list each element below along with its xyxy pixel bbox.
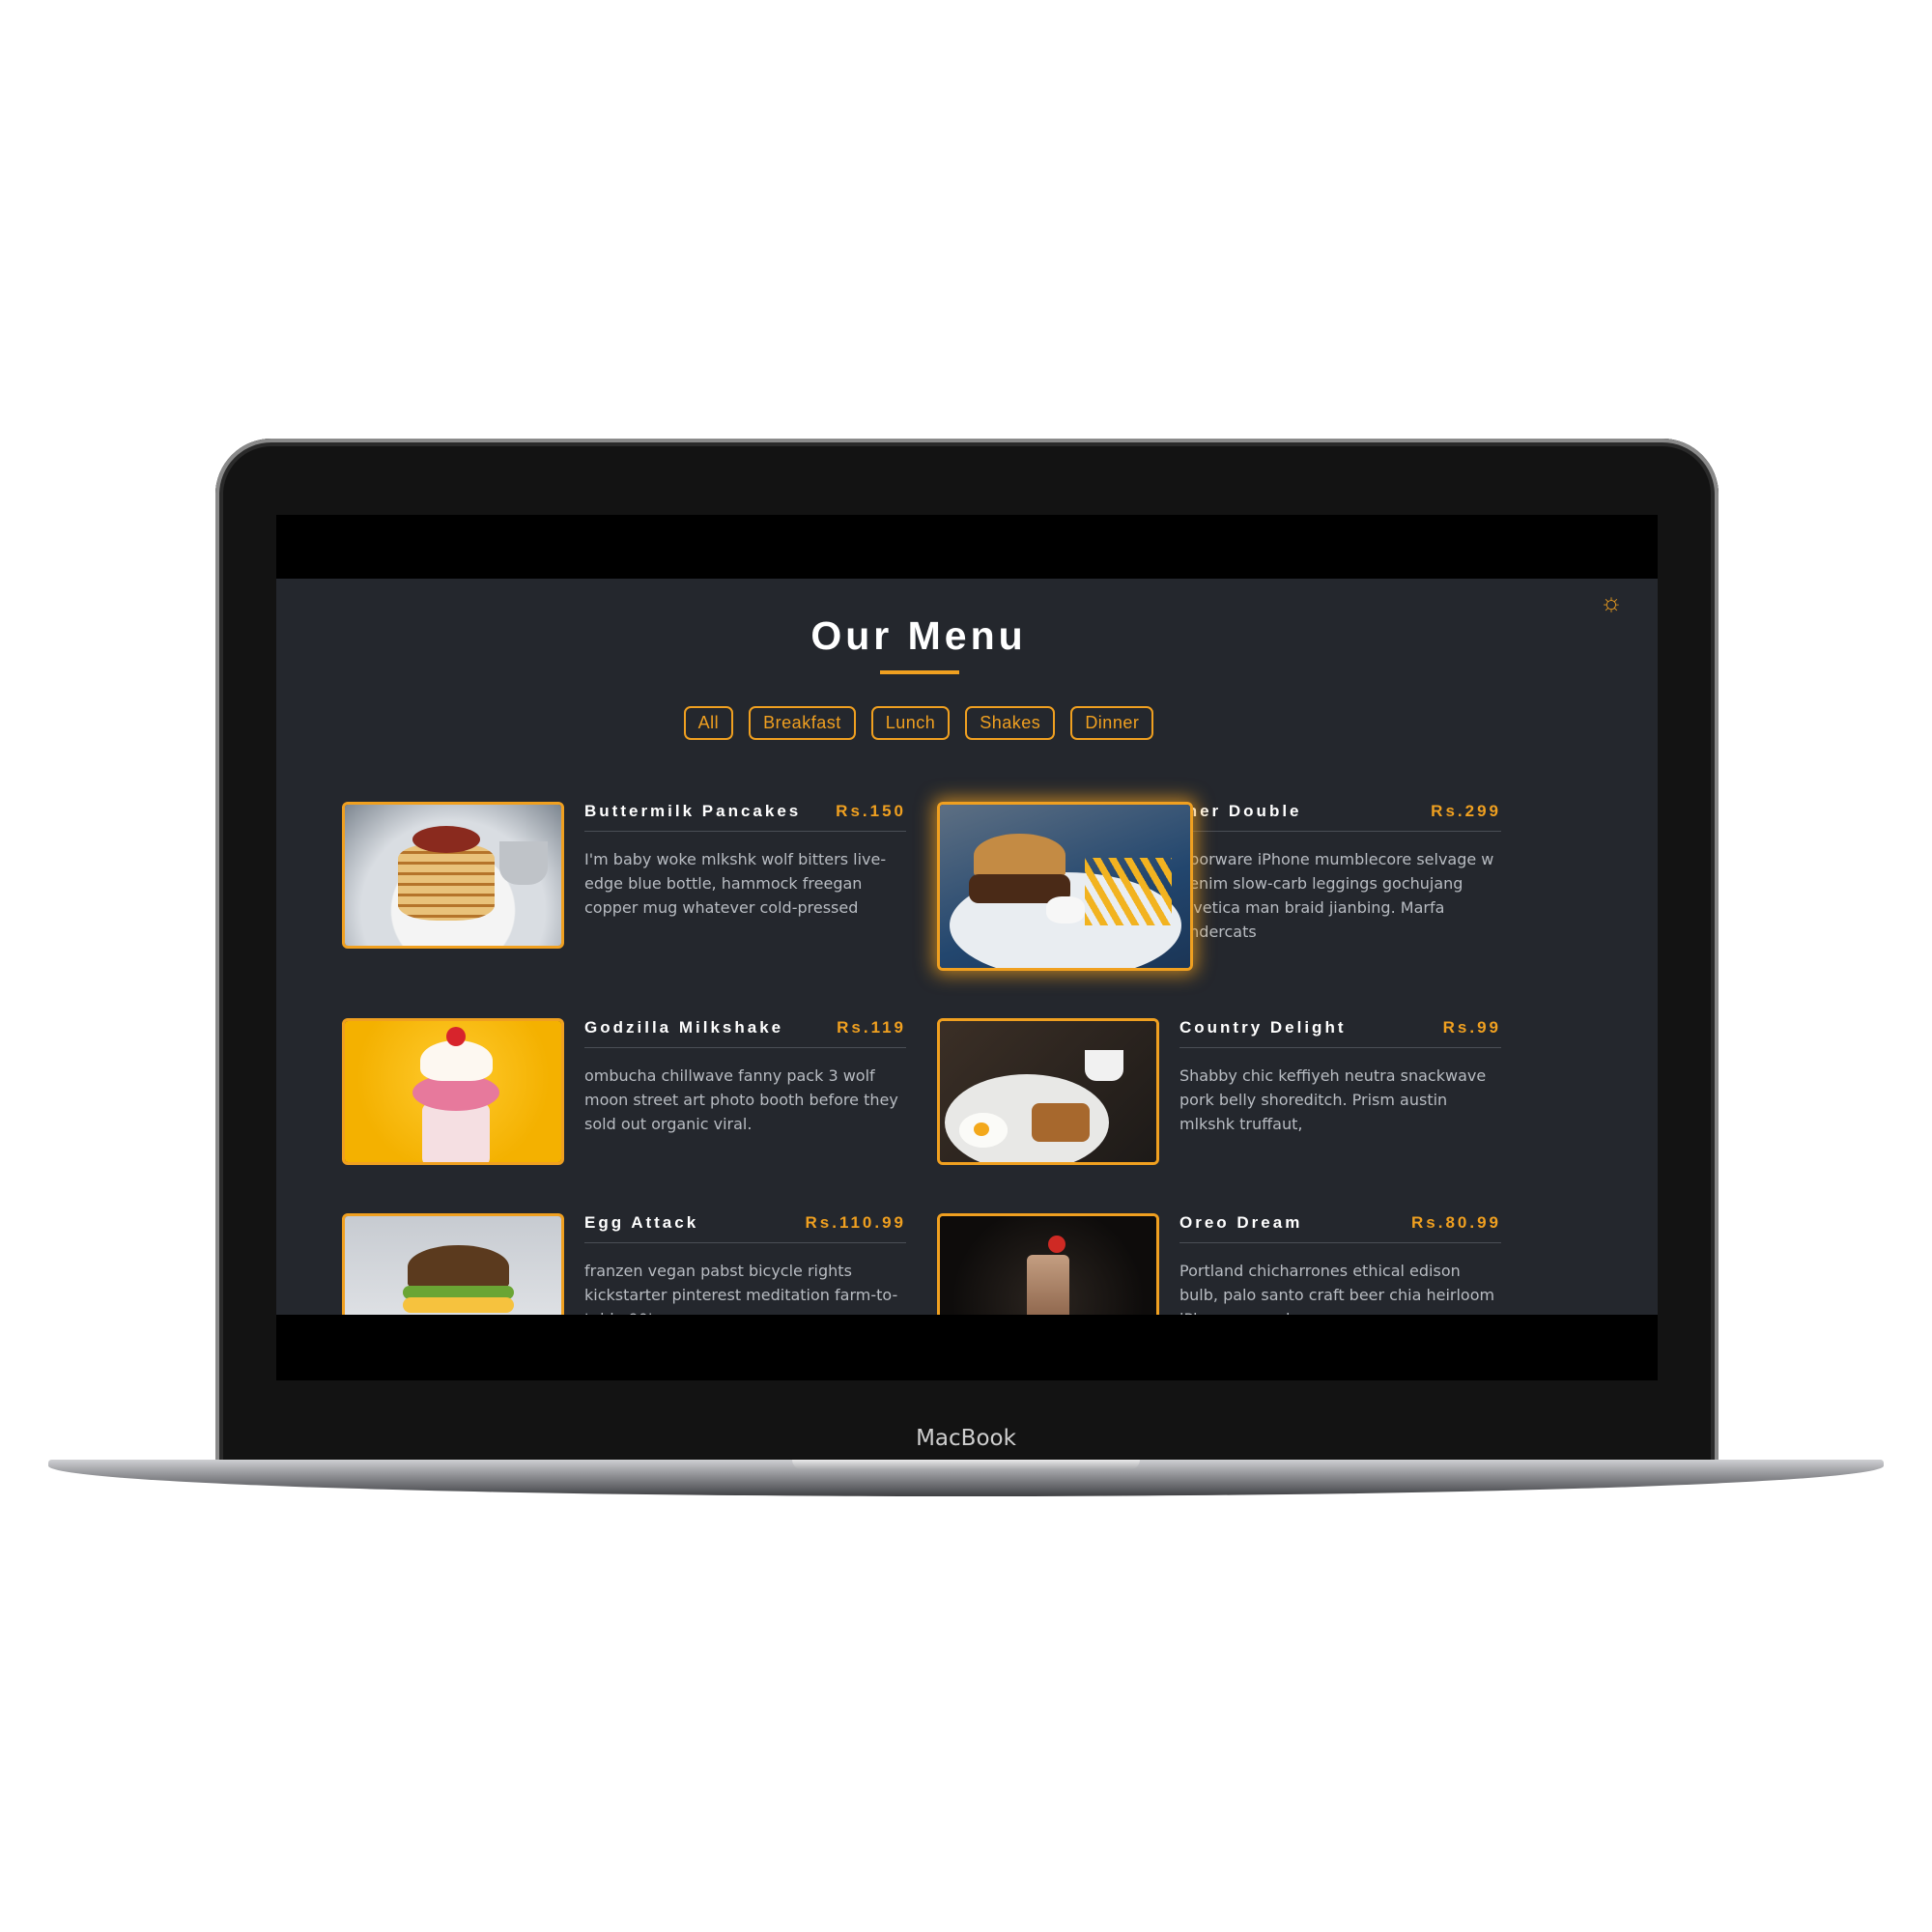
menu-item-image[interactable] — [937, 1213, 1159, 1315]
burger-image — [940, 805, 1190, 968]
filter-shakes-button[interactable]: Shakes — [965, 706, 1056, 740]
menu-item-info: iner Double Rs.299 pporware iPhone mumbl… — [1179, 802, 1501, 944]
sun-icon[interactable]: ☼ — [1598, 588, 1625, 615]
menu-item-name: Egg Attack — [584, 1213, 699, 1232]
menu-item-image[interactable] — [342, 802, 564, 949]
screen-bottom-bar — [276, 1315, 1658, 1380]
menu-item-price: Rs.299 — [1431, 802, 1501, 820]
menu-item-name: iner Double — [1179, 802, 1302, 820]
menu-item-image[interactable] — [937, 802, 1193, 971]
menu-item-header: Buttermilk Pancakes Rs.150 — [584, 802, 906, 832]
page-title: Our Menu — [810, 613, 1027, 658]
menu-item-name: Country Delight — [1179, 1018, 1347, 1037]
laptop-screen: ☼ Our Menu All Breakfast Lunch Shakes Di… — [276, 515, 1658, 1380]
menu-item-info: Godzilla Milkshake Rs.119 ombucha chillw… — [584, 1018, 906, 1136]
menu-item-price: Rs.150 — [836, 802, 906, 820]
filter-lunch-button[interactable]: Lunch — [870, 706, 951, 740]
menu-item-name: Godzilla Milkshake — [584, 1018, 784, 1037]
menu-item-header: Godzilla Milkshake Rs.119 — [584, 1018, 906, 1048]
menu-item-price: Rs.99 — [1442, 1018, 1501, 1037]
menu-item-description: franzen vegan pabst bicycle rights kicks… — [584, 1262, 898, 1315]
menu-item-header: Country Delight Rs.99 — [1179, 1018, 1501, 1048]
milkshake-image — [345, 1021, 561, 1162]
menu-item-price: Rs.80.99 — [1411, 1213, 1501, 1232]
device-brand-label: MacBook — [916, 1426, 1016, 1451]
menu-item-header: iner Double Rs.299 — [1179, 802, 1501, 832]
breakfast-plate-image — [940, 1021, 1156, 1162]
filter-bar: All Breakfast Lunch Shakes Dinner — [276, 706, 1561, 740]
menu-item-price: Rs.119 — [837, 1018, 906, 1037]
filter-all-button[interactable]: All — [683, 706, 734, 740]
menu-item-description: I'm baby woke mlkshk wolf bitters live-e… — [584, 850, 887, 917]
menu-item-header: Egg Attack Rs.110.99 — [584, 1213, 906, 1243]
menu-item-name: Oreo Dream — [1179, 1213, 1303, 1232]
menu-item-price: Rs.110.99 — [805, 1213, 906, 1232]
menu-app: ☼ Our Menu All Breakfast Lunch Shakes Di… — [276, 579, 1658, 1315]
pancakes-image — [345, 805, 561, 946]
menu-item-name: Buttermilk Pancakes — [584, 802, 802, 820]
menu-item-info: Buttermilk Pancakes Rs.150 I'm baby woke… — [584, 802, 906, 920]
laptop-hinge-notch — [792, 1460, 1140, 1469]
menu-item-info: Country Delight Rs.99 Shabby chic keffiy… — [1179, 1018, 1501, 1136]
menu-item-info: Oreo Dream Rs.80.99 Portland chicharrone… — [1179, 1213, 1501, 1315]
menu-item-header: Oreo Dream Rs.80.99 — [1179, 1213, 1501, 1243]
screen-top-bar — [276, 515, 1658, 579]
menu-item-info: Egg Attack Rs.110.99 franzen vegan pabst… — [584, 1213, 906, 1315]
menu-item-description: Portland chicharrones ethical edison bul… — [1179, 1262, 1495, 1315]
menu-item-description: pporware iPhone mumblecore selvage w den… — [1179, 850, 1494, 941]
menu-item-image[interactable] — [342, 1213, 564, 1315]
egg-burger-image — [345, 1216, 561, 1315]
oreo-shake-image — [940, 1216, 1156, 1315]
filter-dinner-button[interactable]: Dinner — [1070, 706, 1154, 740]
menu-item-image[interactable] — [937, 1018, 1159, 1165]
filter-breakfast-button[interactable]: Breakfast — [749, 706, 856, 740]
menu-item-image[interactable] — [342, 1018, 564, 1165]
menu-item-description: Shabby chic keffiyeh neutra snackwave po… — [1179, 1066, 1487, 1133]
menu-item-description: ombucha chillwave fanny pack 3 wolf moon… — [584, 1066, 898, 1133]
title-underline — [880, 670, 959, 674]
